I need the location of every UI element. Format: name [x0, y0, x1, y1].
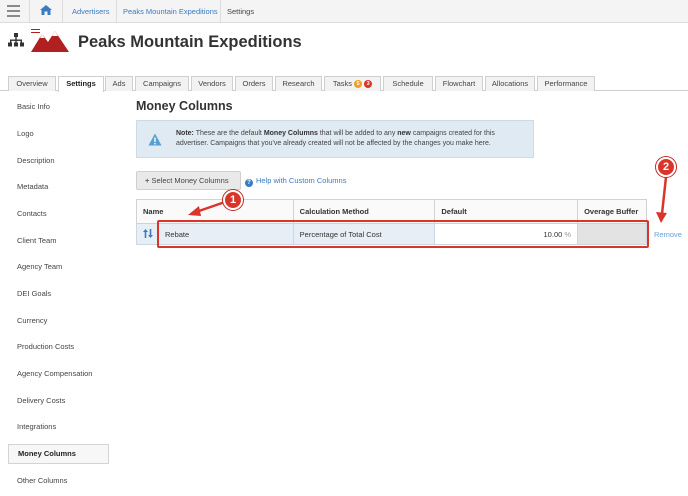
- callout-2: 2: [656, 157, 676, 177]
- annotation-arrows: [188, 176, 668, 223]
- callout-1: 1: [223, 190, 243, 210]
